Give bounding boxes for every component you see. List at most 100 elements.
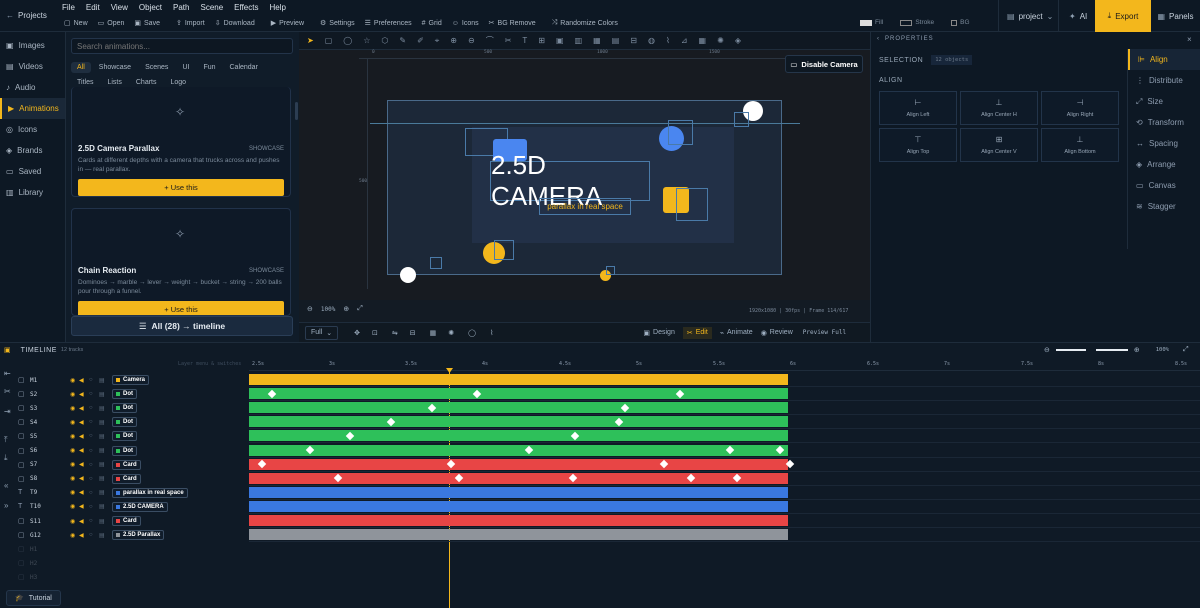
track-row[interactable]: ▢ M1 ◉ ◀ ○ ▤ Camera (18, 373, 249, 387)
circle-icon[interactable]: ◯ (468, 329, 476, 337)
eye-icon[interactable]: ◉ (70, 405, 79, 412)
animation-card[interactable]: ✧ Chain Reaction SHOWCASE Dominoes → mar… (71, 208, 291, 316)
track-label[interactable]: Dot (112, 403, 137, 414)
speaker-icon[interactable]: ◀ (79, 489, 89, 496)
sun-icon[interactable]: ✺ (448, 329, 454, 337)
menu-path[interactable]: Path (173, 3, 189, 12)
stack-tool-icon[interactable]: ◍ (648, 36, 655, 45)
track-label[interactable]: Dot (112, 417, 137, 428)
curve-tool-icon[interactable]: ⌒ (486, 35, 494, 46)
canvas-viewport[interactable]: 0 500 1000 1500 500 2.5D CAMERA parallax… (299, 50, 870, 314)
randomize-colors-button[interactable]: ⤨ Randomize Colors (552, 19, 618, 27)
speaker-icon[interactable]: ◀ (79, 447, 89, 454)
solo-icon[interactable]: ○ (89, 462, 99, 468)
speaker-icon[interactable]: ◀ (79, 461, 89, 468)
eye-icon[interactable]: ◉ (70, 419, 79, 426)
menu-view[interactable]: View (111, 3, 128, 12)
lock-icon[interactable]: ▤ (99, 377, 112, 384)
zoom-out-icon[interactable]: ⊖ (1044, 346, 1050, 354)
track-row[interactable]: ▢ G12 ◉ ◀ ○ ▤ 2.5D Parallax (18, 528, 249, 542)
grid-tool-icon[interactable]: ⊟ (630, 36, 637, 45)
eye-icon[interactable]: ◉ (70, 447, 79, 454)
timeline-ruler[interactable]: 2.5s 3s 3.5s 4s 4.5s 5s 5.5s 6s 6.5s 7s … (249, 359, 1200, 371)
track-label[interactable]: Camera (112, 375, 150, 385)
waveform-icon[interactable]: ⌇ (490, 329, 493, 337)
tab-distribute[interactable]: ⋮ Distribute (1128, 70, 1200, 91)
keyframe[interactable] (454, 473, 464, 483)
measure-tool-icon[interactable]: ⊿ (681, 36, 688, 45)
track-label[interactable]: 2.5D CAMERA (112, 501, 168, 512)
projects-button[interactable]: ← Projects (6, 11, 47, 20)
keyframe[interactable] (524, 445, 534, 455)
eye-icon[interactable]: ◉ (70, 518, 79, 525)
track-row[interactable]: ▢ S8 ◉ ◀ ○ ▤ Card (18, 472, 249, 486)
white-dot[interactable] (400, 267, 416, 283)
track-label[interactable]: Dot (112, 389, 137, 400)
track-row[interactable]: ▢ S2 ◉ ◀ ○ ▤ Dot (18, 387, 249, 401)
subtitle-text[interactable]: parallax in real space (539, 198, 631, 215)
track-label[interactable]: Card (112, 473, 141, 484)
pencil-tool-icon[interactable]: ✐ (417, 36, 424, 45)
align-bottom-button[interactable]: ⊥ Align Bottom (1041, 128, 1119, 162)
zoom-out-icon[interactable]: ⊖ (307, 305, 313, 313)
solo-icon[interactable]: ○ (89, 504, 99, 510)
crop-icon[interactable]: ⊡ (372, 329, 378, 337)
close-icon[interactable]: × (1187, 35, 1192, 44)
title-text[interactable]: 2.5D CAMERA (490, 150, 650, 211)
keyframe[interactable] (732, 473, 742, 483)
solo-icon[interactable]: ○ (89, 405, 99, 411)
eye-icon[interactable]: ◉ (70, 532, 79, 539)
track-bar[interactable] (249, 388, 788, 400)
bg-swatch[interactable] (951, 19, 958, 26)
mode-design[interactable]: ▣ Design (643, 329, 674, 337)
preferences-button[interactable]: ☰ Preferences (365, 19, 412, 28)
ellipse-tool-icon[interactable]: ◯ (343, 36, 352, 45)
lock-icon[interactable]: ▤ (99, 532, 112, 539)
track-label[interactable]: Card (112, 516, 141, 526)
scissors-icon[interactable]: ✂ (4, 387, 11, 396)
sidebar-item-audio[interactable]: ♪ Audio (0, 77, 65, 98)
grid-button[interactable]: # Grid (422, 20, 442, 27)
track-bar[interactable] (249, 444, 788, 456)
artboard[interactable]: 2.5D CAMERA parallax in real space (370, 100, 800, 283)
eye-icon[interactable]: ◉ (70, 377, 79, 384)
solo-icon[interactable]: ○ (89, 377, 99, 383)
3d-tool-icon[interactable]: ◈ (735, 36, 741, 45)
keyframe[interactable] (675, 389, 685, 398)
track-label[interactable]: parallax in real space (112, 487, 188, 498)
columns-tool-icon[interactable]: ▥ (575, 36, 583, 45)
track-row[interactable]: T T9 ◉ ◀ ○ ▤ parallax in real space (18, 486, 249, 500)
all-to-timeline-button[interactable]: ☰ All (28) → timeline (71, 316, 293, 336)
track-bar[interactable] (249, 472, 788, 484)
eye-icon[interactable]: ◉ (70, 391, 79, 398)
track-label[interactable]: Card (112, 459, 141, 470)
star-tool-icon[interactable]: ☆ (363, 36, 370, 45)
pen-tool-icon[interactable]: ✎ (399, 36, 406, 45)
panels-button[interactable]: ▦ Panels (1151, 0, 1200, 32)
chip-calendar[interactable]: Calendar (224, 62, 264, 73)
align-right-button[interactable]: ⊣ Align Right (1041, 91, 1119, 125)
lock-icon[interactable]: ▤ (99, 433, 112, 440)
settings-button[interactable]: ⚙ Settings (320, 19, 355, 28)
solo-icon[interactable]: ○ (89, 490, 99, 496)
tab-size[interactable]: ⤢ Size (1128, 91, 1200, 112)
open-button[interactable]: ▭ Open (98, 19, 125, 28)
table2-tool-icon[interactable]: ▦ (699, 36, 707, 45)
align-top-button[interactable]: ⊤ Align Top (879, 128, 957, 162)
icons-button[interactable]: ☺ Icons (452, 20, 479, 27)
mode-edit[interactable]: ✂ Edit (682, 326, 712, 339)
keyframe[interactable] (775, 445, 785, 455)
speaker-icon[interactable]: ◀ (79, 475, 89, 482)
chip-ui[interactable]: UI (176, 62, 195, 73)
solo-icon[interactable]: ○ (89, 433, 99, 439)
export-button[interactable]: ⤓ Export (1095, 0, 1151, 32)
track-row[interactable]: ▢ S7 ◉ ◀ ○ ▤ Card (18, 458, 249, 472)
new-button[interactable]: ▢ New (64, 19, 88, 28)
fit-screen-icon[interactable]: ⤢ (357, 305, 363, 313)
select-tool-icon[interactable]: ➤ (307, 36, 314, 45)
effect-tool-icon[interactable]: ✺ (717, 36, 724, 45)
tab-arrange[interactable]: ◈ Arrange (1128, 154, 1200, 175)
solo-icon[interactable]: ○ (89, 532, 99, 538)
add-tool-icon[interactable]: ⊕ (450, 36, 457, 45)
track-bar[interactable] (249, 500, 788, 512)
